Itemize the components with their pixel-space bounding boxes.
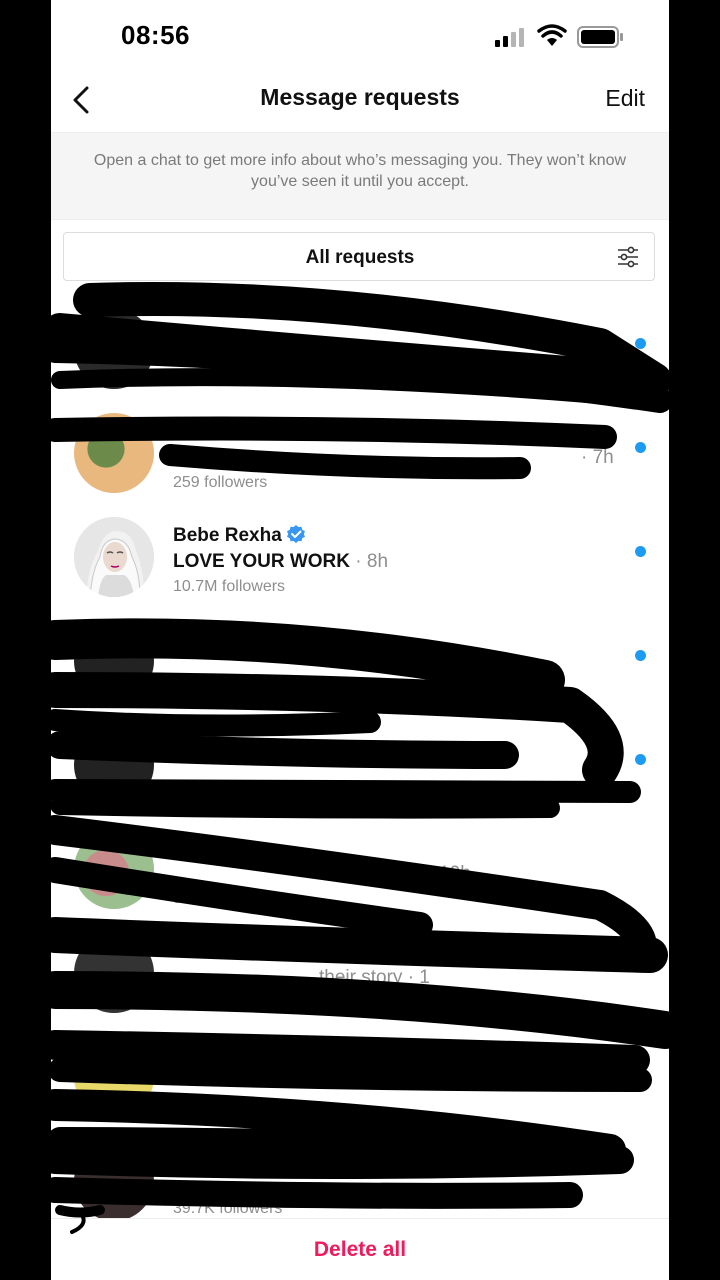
request-time: 15h — [609, 1069, 638, 1088]
battery-icon — [577, 26, 623, 48]
profile-photo-icon — [74, 517, 154, 597]
delete-all-button[interactable]: Delete all — [51, 1238, 669, 1262]
page-title: Message requests — [260, 84, 460, 110]
request-message-text: LOVE YOUR WORK — [173, 551, 350, 572]
request-name: Bebe Rexha — [173, 524, 306, 547]
request-followers: 574 — [173, 890, 200, 907]
wifi-icon — [537, 24, 567, 46]
request-row[interactable]: · 7h 259 followers — [51, 413, 669, 518]
request-time: · 1 — [407, 967, 430, 988]
info-banner-text: Open a chat to get more info about who’s… — [93, 152, 627, 190]
unread-dot — [635, 338, 646, 349]
avatar — [74, 933, 154, 1013]
request-time: · 8h — [355, 551, 389, 572]
request-followers: 39.7K followers — [173, 1200, 283, 1217]
requests-filter-label: All requests — [305, 247, 415, 268]
request-time: · 7h — [581, 447, 614, 468]
unread-dot — [635, 546, 646, 557]
unread-dot — [635, 442, 646, 453]
request-name-text: Bebe Rexha — [173, 525, 282, 546]
avatar — [74, 309, 154, 389]
avatar — [74, 725, 154, 805]
request-message: story · 10h — [381, 863, 471, 885]
request-row[interactable] — [51, 621, 669, 726]
requests-filter-button[interactable]: All requests — [63, 232, 655, 281]
request-message: · 7h — [431, 447, 614, 469]
request-followers: 259 followers — [173, 474, 268, 491]
avatar — [74, 413, 154, 493]
verified-badge-icon — [286, 525, 305, 543]
request-row[interactable] — [51, 725, 669, 830]
status-time: 08:56 — [121, 20, 190, 50]
request-time: · 10h — [427, 863, 471, 884]
request-row[interactable]: 15h — [51, 1037, 669, 1142]
unread-dot — [635, 650, 646, 661]
filter-sliders-icon[interactable] — [616, 245, 640, 269]
request-row[interactable]: Bebe Rexha LOVE YOUR WORK · 8h 10.7M fol… — [51, 517, 669, 622]
request-message: 15h — [609, 1069, 637, 1089]
avatar — [74, 1037, 154, 1117]
avatar — [74, 621, 154, 701]
request-message: LOVE YOUR WORK · 8h — [173, 551, 388, 573]
edit-button[interactable]: Edit — [605, 85, 645, 112]
request-message-text: story — [381, 863, 423, 884]
phone-screen: 08:56 Message requests Edit Open a chat … — [51, 0, 669, 1280]
avatar — [74, 829, 154, 909]
unread-dot — [635, 754, 646, 765]
request-message-text: their story — [319, 967, 403, 988]
avatar — [74, 517, 154, 597]
request-message: their story · 1 — [319, 967, 430, 989]
request-followers: 10.7M followers — [173, 578, 286, 595]
request-row[interactable] — [51, 309, 669, 414]
request-row[interactable]: story · 10h 574 — [51, 829, 669, 934]
request-row[interactable]: their story · 1 — [51, 933, 669, 1038]
avatar — [74, 1141, 154, 1221]
cellular-signal-icon — [495, 28, 524, 47]
